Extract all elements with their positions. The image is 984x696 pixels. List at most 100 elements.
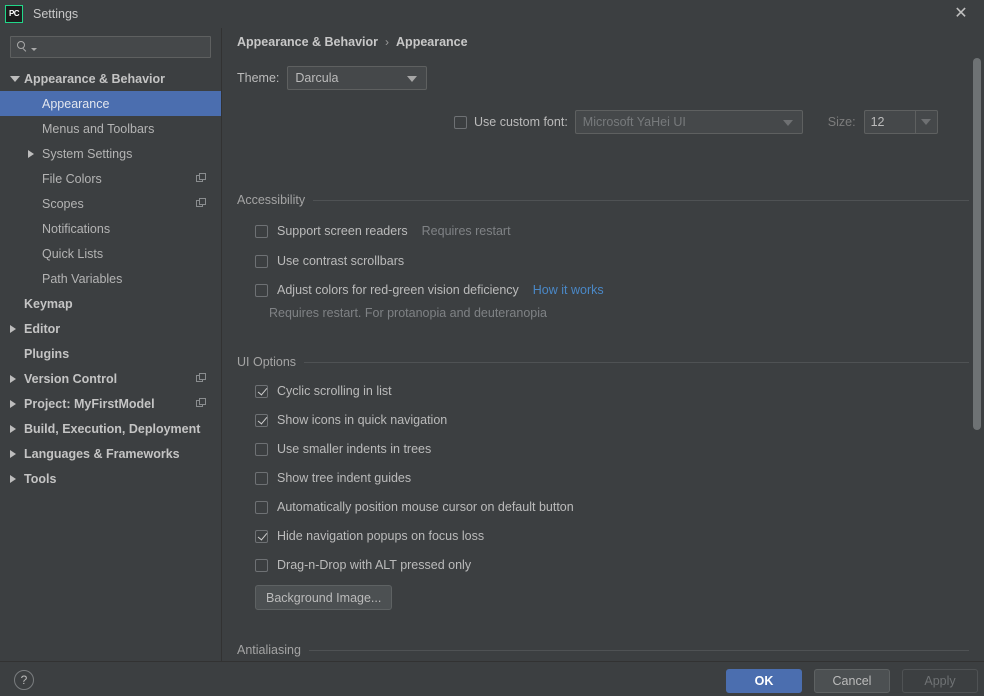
- how-it-works-link[interactable]: How it works: [533, 283, 604, 297]
- copy-icon[interactable]: [196, 198, 207, 209]
- adjust-colors-checkbox[interactable]: [255, 284, 268, 297]
- sidebar-item-plugins[interactable]: Plugins: [0, 341, 221, 366]
- custom-font-select[interactable]: Microsoft YaHei UI: [575, 110, 803, 134]
- tree-arrow-slot[interactable]: [28, 150, 42, 158]
- sidebar-item-build-execution-deployment[interactable]: Build, Execution, Deployment: [0, 416, 221, 441]
- chevron-right-icon[interactable]: [10, 400, 16, 408]
- chevron-right-icon[interactable]: [10, 375, 16, 383]
- sidebar-item-label: Appearance & Behavior: [24, 72, 165, 86]
- search-container: [0, 28, 221, 64]
- antialiasing-section-title: Antialiasing: [237, 643, 301, 657]
- cancel-button[interactable]: Cancel: [814, 669, 890, 693]
- tree-arrow-slot[interactable]: [10, 375, 24, 383]
- chevron-down-icon[interactable]: [10, 76, 20, 82]
- ok-button[interactable]: OK: [726, 669, 802, 693]
- sidebar-item-appearance-behavior[interactable]: Appearance & Behavior: [0, 66, 221, 91]
- hide-navigation-popups-on-focus-loss-checkbox[interactable]: [255, 530, 268, 543]
- hide-navigation-popups-on-focus-loss-row[interactable]: Hide navigation popups on focus loss: [255, 529, 484, 543]
- apply-button[interactable]: Apply: [902, 669, 978, 693]
- sidebar-item-project-myfirstmodel[interactable]: Project: MyFirstModel: [0, 391, 221, 416]
- background-image-button[interactable]: Background Image...: [255, 585, 392, 610]
- cyclic-scrolling-in-list-checkbox[interactable]: [255, 385, 268, 398]
- sidebar-item-version-control[interactable]: Version Control: [0, 366, 221, 391]
- show-icons-in-quick-navigation-row[interactable]: Show icons in quick navigation: [255, 413, 447, 427]
- content-pane: Appearance & Behavior › Appearance Theme…: [223, 28, 984, 661]
- use-contrast-scrollbars-checkbox[interactable]: [255, 255, 268, 268]
- sidebar-item-path-variables[interactable]: Path Variables: [0, 266, 221, 291]
- help-icon[interactable]: ?: [14, 670, 34, 690]
- sidebar-item-keymap[interactable]: Keymap: [0, 291, 221, 316]
- search-field[interactable]: [10, 36, 211, 58]
- use-smaller-indents-in-trees-checkbox[interactable]: [255, 443, 268, 456]
- close-icon[interactable]: ✕: [950, 4, 972, 24]
- content-scrollbar[interactable]: [971, 30, 982, 659]
- tree-arrow-slot[interactable]: [10, 450, 24, 458]
- sidebar-item-label: Menus and Toolbars: [42, 122, 154, 136]
- drag-n-drop-with-alt-pressed-only-label: Drag-n-Drop with ALT pressed only: [277, 558, 471, 572]
- sidebar: Appearance & Behavior Appearance Menus and…: [0, 28, 222, 661]
- chevron-right-icon[interactable]: [10, 450, 16, 458]
- sidebar-item-file-colors[interactable]: File Colors: [0, 166, 221, 191]
- drag-n-drop-with-alt-pressed-only-row[interactable]: Drag-n-Drop with ALT pressed only: [255, 558, 471, 572]
- use-custom-font-label[interactable]: Use custom font:: [474, 115, 568, 129]
- copy-icon[interactable]: [196, 373, 207, 384]
- font-size-value[interactable]: 12: [865, 111, 915, 133]
- show-tree-indent-guides-checkbox[interactable]: [255, 472, 268, 485]
- show-tree-indent-guides-row[interactable]: Show tree indent guides: [255, 471, 411, 485]
- search-input[interactable]: [37, 40, 210, 54]
- sidebar-item-menus-and-toolbars[interactable]: Menus and Toolbars: [0, 116, 221, 141]
- title-bar: PC Settings ✕: [0, 0, 984, 28]
- tree-arrow-slot[interactable]: [10, 325, 24, 333]
- font-size-stepper[interactable]: 12: [864, 110, 938, 134]
- sidebar-item-scopes[interactable]: Scopes: [0, 191, 221, 216]
- use-smaller-indents-in-trees-row[interactable]: Use smaller indents in trees: [255, 442, 431, 456]
- font-size-dropdown-button[interactable]: [915, 111, 937, 133]
- sidebar-item-quick-lists[interactable]: Quick Lists: [0, 241, 221, 266]
- cyclic-scrolling-in-list-label: Cyclic scrolling in list: [277, 384, 392, 398]
- use-contrast-scrollbars-row[interactable]: Use contrast scrollbars: [255, 254, 404, 268]
- tree-arrow-slot[interactable]: [10, 475, 24, 483]
- sidebar-item-label: Editor: [24, 322, 60, 336]
- settings-dialog: PC Settings ✕ Appearance & BehaviorAppea…: [0, 0, 984, 696]
- support-screen-readers-row[interactable]: Support screen readers Requires restart: [255, 224, 511, 238]
- breadcrumb-parent[interactable]: Appearance & Behavior: [237, 35, 378, 49]
- sidebar-item-editor[interactable]: Editor: [0, 316, 221, 341]
- theme-select[interactable]: Darcula: [287, 66, 427, 90]
- support-screen-readers-checkbox[interactable]: [255, 225, 268, 238]
- sidebar-item-notifications[interactable]: Notifications: [0, 216, 221, 241]
- sidebar-item-appearance[interactable]: Appearance: [0, 91, 221, 116]
- use-contrast-scrollbars-label: Use contrast scrollbars: [277, 254, 404, 268]
- automatically-position-mouse-cursor-on-default-button-checkbox[interactable]: [255, 501, 268, 514]
- sidebar-item-label: Appearance: [42, 97, 109, 111]
- breadcrumb-separator-icon: ›: [385, 35, 389, 49]
- chevron-right-icon[interactable]: [28, 150, 34, 158]
- sidebar-item-system-settings[interactable]: System Settings: [0, 141, 221, 166]
- chevron-right-icon[interactable]: [10, 325, 16, 333]
- chevron-right-icon[interactable]: [10, 425, 16, 433]
- tree-arrow-slot[interactable]: [10, 400, 24, 408]
- tree-arrow-slot[interactable]: [10, 76, 24, 82]
- drag-n-drop-with-alt-pressed-only-checkbox[interactable]: [255, 559, 268, 572]
- footer-bar: ? OK Cancel Apply: [0, 661, 984, 696]
- show-icons-in-quick-navigation-label: Show icons in quick navigation: [277, 413, 447, 427]
- automatically-position-mouse-cursor-on-default-button-row[interactable]: Automatically position mouse cursor on d…: [255, 500, 574, 514]
- copy-icon[interactable]: [196, 173, 207, 184]
- tree-arrow-slot[interactable]: [10, 425, 24, 433]
- adjust-colors-row[interactable]: Adjust colors for red-green vision defic…: [255, 283, 604, 297]
- sidebar-item-tools[interactable]: Tools: [0, 466, 221, 491]
- content-scrollbar-thumb[interactable]: [973, 58, 981, 430]
- show-tree-indent-guides-label: Show tree indent guides: [277, 471, 411, 485]
- section-divider: [304, 362, 969, 363]
- use-custom-font-checkbox[interactable]: [454, 116, 467, 129]
- chevron-right-icon[interactable]: [10, 475, 16, 483]
- copy-icon[interactable]: [196, 398, 207, 409]
- pycharm-icon-text: PC: [9, 10, 19, 18]
- theme-label: Theme:: [237, 71, 279, 85]
- sidebar-item-label: Quick Lists: [42, 247, 103, 261]
- cyclic-scrolling-in-list-row[interactable]: Cyclic scrolling in list: [255, 384, 392, 398]
- theme-row: Theme: Darcula: [237, 66, 427, 90]
- settings-tree: Appearance & Behavior Appearance Menus and…: [0, 64, 221, 491]
- chevron-down-icon: [783, 120, 793, 126]
- sidebar-item-languages-frameworks[interactable]: Languages & Frameworks: [0, 441, 221, 466]
- show-icons-in-quick-navigation-checkbox[interactable]: [255, 414, 268, 427]
